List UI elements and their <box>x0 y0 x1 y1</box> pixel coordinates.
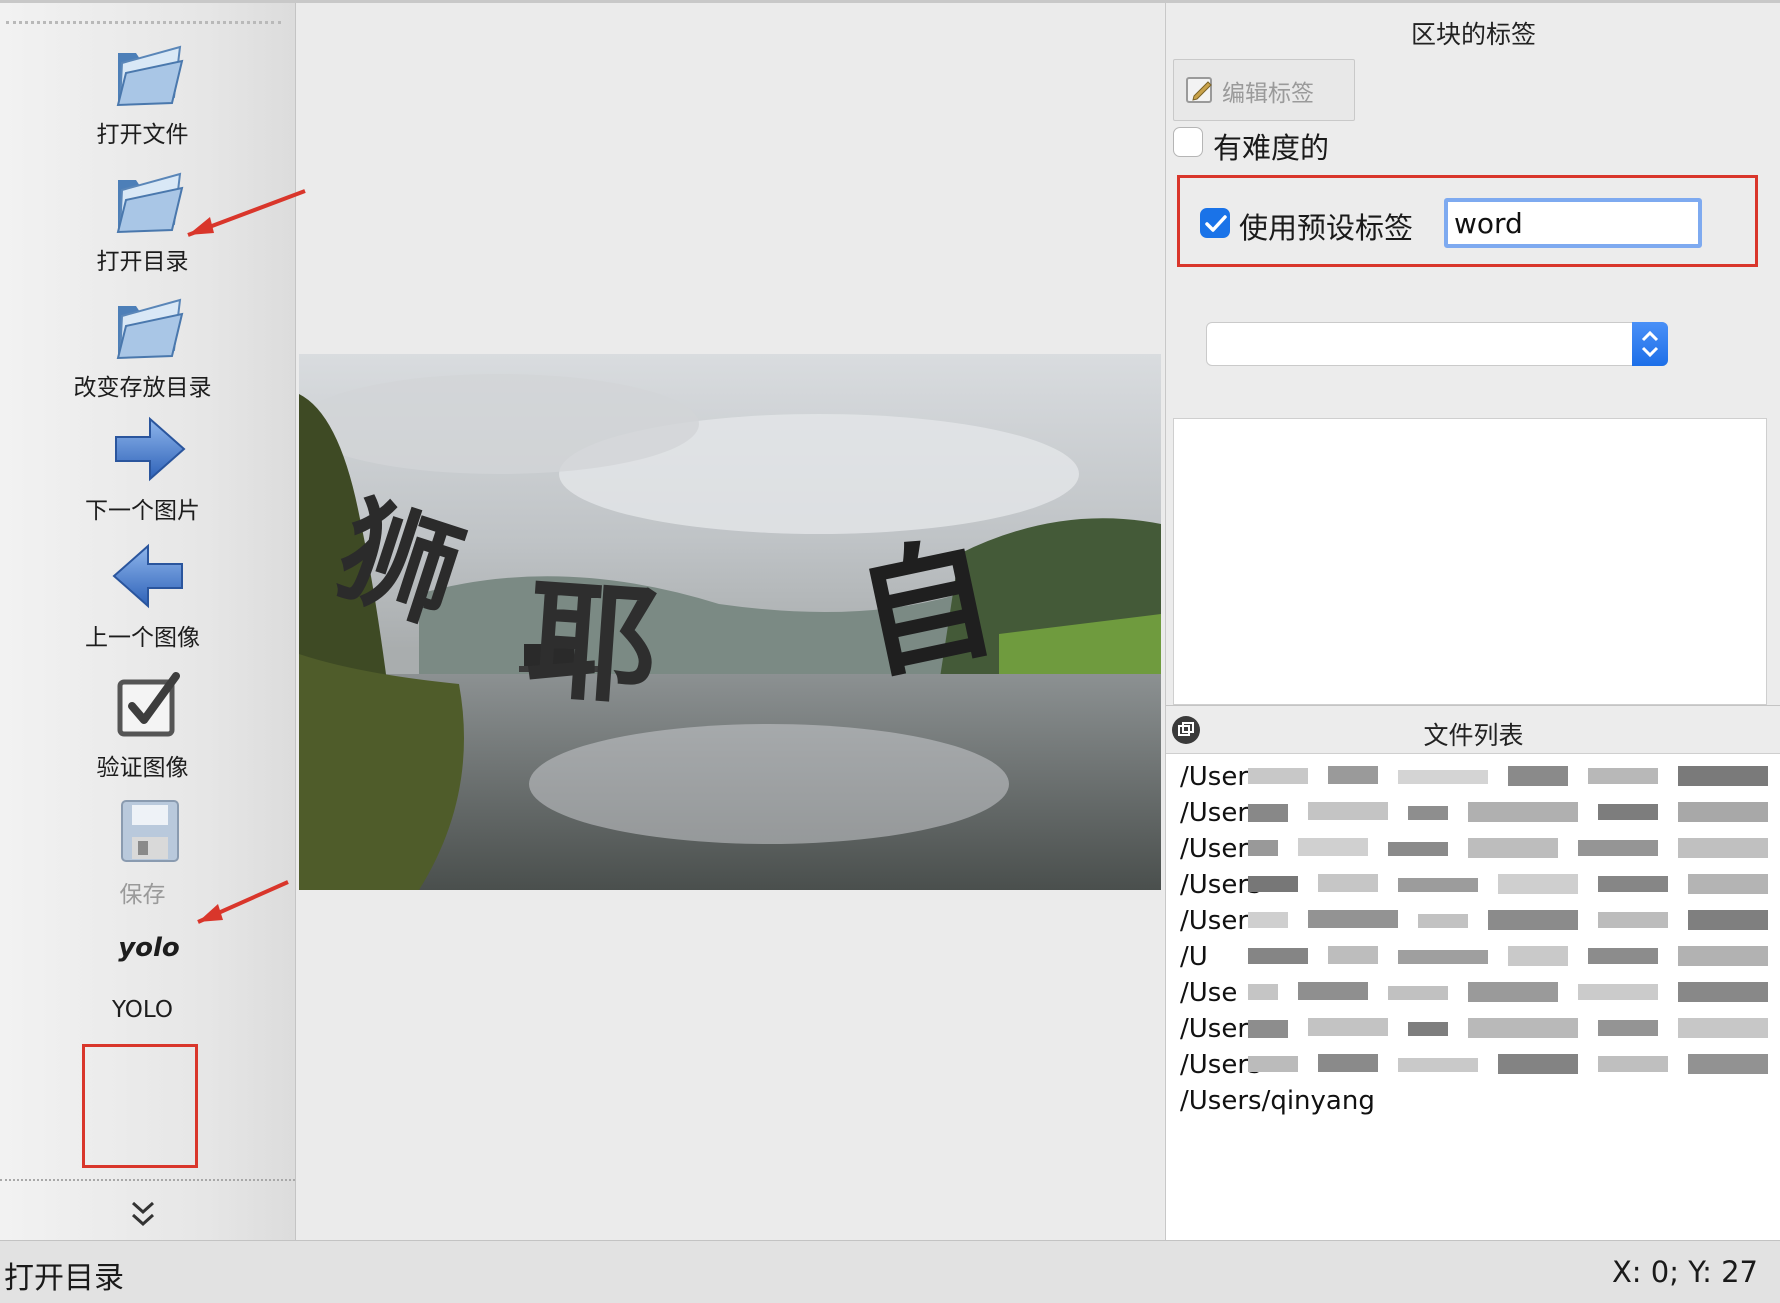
annotation-highlight-box <box>82 1044 198 1168</box>
change-save-dir-label: 改变存放目录 <box>73 375 212 401</box>
status-message: 打开目录 <box>4 1261 124 1296</box>
dock-title: 区块的标签 <box>1410 20 1536 49</box>
file-list-item[interactable]: /User <box>1166 904 1780 940</box>
prev-image-label: 上一个图像 <box>85 625 200 651</box>
label-combo-box[interactable] <box>1206 322 1668 366</box>
file-path: /User <box>1180 906 1249 936</box>
up-down-arrows-icon <box>1641 330 1659 358</box>
folder-open-icon <box>116 298 184 360</box>
file-list-item[interactable]: /User <box>1166 760 1780 796</box>
file-path: /Users/qinyang <box>1180 1086 1375 1116</box>
use-default-label-checkbox[interactable] <box>1200 208 1230 238</box>
edit-icon <box>1186 77 1212 103</box>
difficult-checkbox[interactable] <box>1173 127 1203 157</box>
use-default-label-text: 使用预设标签 <box>1239 211 1414 245</box>
toolbar-separator <box>6 21 281 24</box>
edit-label-text: 编辑标签 <box>1222 81 1314 107</box>
file-path: /Use <box>1180 978 1238 1008</box>
annotation-arrow <box>187 189 306 237</box>
redacted-pixelation <box>1248 874 1768 894</box>
file-list-item[interactable]: /Users <box>1166 1012 1780 1048</box>
difficult-label: 有难度的 <box>1213 131 1330 165</box>
floppy-disk-icon <box>121 800 179 862</box>
file-list-item[interactable]: /Users/qinyang <box>1166 1084 1780 1120</box>
redacted-pixelation <box>1248 1018 1768 1038</box>
file-list-item[interactable]: /Users <box>1166 1048 1780 1084</box>
check-icon <box>1205 215 1227 232</box>
file-list-item[interactable]: /User <box>1166 832 1780 868</box>
edit-label-button[interactable]: 编辑标签 <box>1173 59 1355 121</box>
file-path: /User <box>1180 762 1249 792</box>
file-list-header: 文件列表 <box>1166 705 1780 754</box>
open-dir-label: 打开目录 <box>96 249 189 275</box>
redacted-pixelation <box>1248 982 1768 1002</box>
file-list[interactable]: /User /Users /User /Users /User /U /Use … <box>1166 753 1780 1241</box>
redacted-pixelation <box>1248 910 1768 930</box>
redacted-pixelation <box>1248 838 1768 858</box>
toolbar-separator <box>0 1179 295 1181</box>
double-chevron-down-icon[interactable] <box>128 1197 158 1233</box>
label-list[interactable] <box>1173 418 1767 705</box>
arrow-right-icon <box>115 416 186 482</box>
open-file-label: 打开文件 <box>96 122 189 148</box>
file-list-item[interactable]: /Users <box>1166 868 1780 904</box>
file-path: /U <box>1180 942 1208 972</box>
file-list-title: 文件列表 <box>1423 721 1524 750</box>
image-text: 耶 <box>522 562 663 724</box>
arrow-left-icon <box>112 543 183 609</box>
redacted-pixelation <box>1248 802 1768 822</box>
default-label-input[interactable] <box>1444 198 1702 248</box>
status-bar: 打开目录 X: 0; Y: 27 <box>0 1240 1780 1303</box>
file-list-item[interactable]: /U <box>1166 940 1780 976</box>
redacted-pixelation <box>1248 946 1768 966</box>
redacted-pixelation <box>1248 1054 1768 1074</box>
file-list-item[interactable]: /Use <box>1166 976 1780 1012</box>
yolo-format-icon: yolo <box>118 933 180 963</box>
redacted-pixelation <box>1248 766 1768 786</box>
file-path: /User <box>1180 834 1249 864</box>
label-dock: 区块的标签 编辑标签 有难度的 使用预设标签 word 文件列表 /User /… <box>1165 3 1780 1241</box>
checkbox-icon <box>117 672 180 737</box>
image-canvas[interactable]: 狮 耶 自 <box>296 3 1164 1240</box>
verify-image-label: 验证图像 <box>96 755 189 781</box>
folder-open-icon <box>116 172 184 234</box>
combo-arrows <box>1632 322 1668 366</box>
next-image-label: 下一个图片 <box>85 498 200 524</box>
file-list-item[interactable]: /Users <box>1166 796 1780 832</box>
yolo-format-label: YOLO <box>112 997 173 1023</box>
cursor-coordinates: X: 0; Y: 27 <box>1611 1255 1758 1289</box>
annotation-arrow <box>197 880 289 924</box>
folder-open-icon <box>116 45 184 107</box>
